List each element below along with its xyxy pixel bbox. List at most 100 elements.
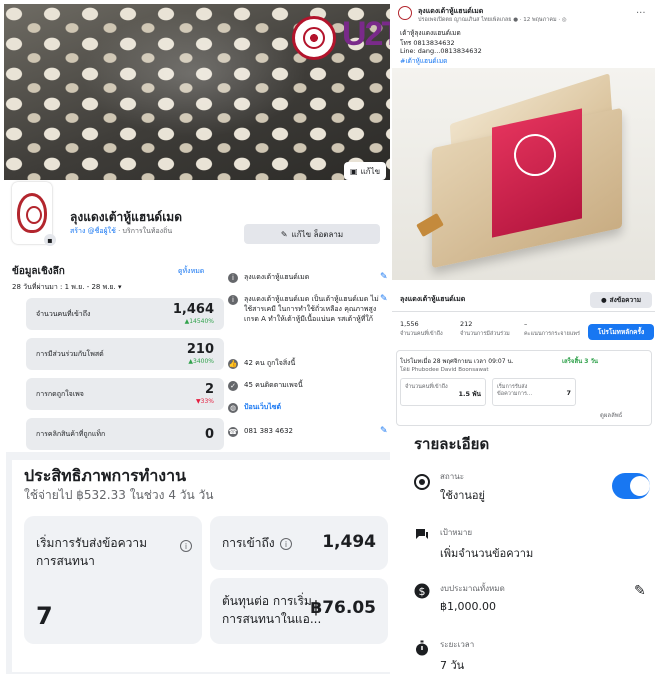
boost-post-button[interactable]: โปรโมทหลักครั้ง <box>588 324 654 340</box>
post-stat-label: จำนวนคนที่เข้าถึง <box>400 331 443 337</box>
info-icon: i <box>228 295 238 305</box>
performance-card[interactable]: เริ่มการรับส่งข้อความการสนทนา i 7 <box>24 516 202 644</box>
metric-value: 1,464 <box>172 302 214 317</box>
about-text: 45 คนติดตามเพจนี้ <box>244 381 303 389</box>
post-stat-label: คะแนนการกระจายแพร่ <box>524 331 580 337</box>
post-meta: ปรอเพจเปิดตย ญาณเภินส ไทยเพ้ลเกลย ● · 12… <box>418 17 567 23</box>
info-icon[interactable]: i <box>280 538 292 550</box>
dollar-icon: $ <box>414 583 430 599</box>
status-icon <box>414 474 430 490</box>
post-stat-value: 1,556 <box>400 320 419 328</box>
about-text: 42 คน ถูกใจสิ่งนี้ <box>244 359 296 367</box>
metric-card[interactable]: จำนวนคนที่เข้าถึง 1,464 ▲1454​0% <box>26 298 224 330</box>
metric-label: การกดถูกใจเพจ <box>36 390 84 398</box>
about-text: ลุงแดงเต้าหู้แฮนด์เมด เป็นเต้าหู้แฮนด์เม… <box>244 295 379 323</box>
about-item: 👍 42 คน ถูกใจสิ่งนี้ <box>228 358 390 369</box>
performance-card[interactable]: ต้นทุนต่อ การเริ่ม การสนทนาในแอ... ฿76.0… <box>210 578 388 644</box>
metric-value: 2 <box>204 382 214 397</box>
detail-label: ระยะเวลา <box>440 640 475 649</box>
view-results-link[interactable]: ดูผลลัพธ์ <box>600 410 622 420</box>
about-item: i ลุงแดงเต้าหู้แฮนด์เมด <box>228 272 390 283</box>
metric-change: ▲3400% <box>188 358 214 365</box>
performance-card[interactable]: การเข้าถึง i 1,494 <box>210 516 388 570</box>
post-stat-label: จำนวนการมีส่วนร่วม <box>460 331 510 337</box>
info-icon[interactable]: i <box>180 540 192 552</box>
pencil-icon[interactable]: ✎ <box>380 272 390 282</box>
performance-card-label: ต้นทุนต่อ การเริ่ม การสนทนาในแอ... <box>222 594 322 626</box>
chat-icon <box>416 529 428 539</box>
pencil-icon[interactable]: ✎ <box>634 583 646 599</box>
metric-card[interactable]: การคลิกสินค้าที่ถูกแท็ก 0 <box>26 418 224 450</box>
post-author-avatar[interactable] <box>398 6 412 20</box>
metric-label: การมีส่วนร่วมกับโพสต์ <box>36 350 104 358</box>
performance-card-label: การเข้าถึง <box>222 536 275 550</box>
pencil-icon[interactable]: ✎ <box>380 426 390 436</box>
send-message-button[interactable]: ● ส่งข้อความ <box>590 292 652 308</box>
svg-text:$: $ <box>419 585 426 598</box>
boost-complete-badge: เสร็จสิ้น 3 วัน <box>562 358 599 365</box>
about-item: ☎ 081 383 4632 <box>228 426 390 437</box>
globe-icon: ◍ <box>228 403 238 413</box>
about-panel: i ลุงแดงเต้าหู้แฮนด์เมด ✎ i ลุงแดงเต้าหู… <box>228 262 390 452</box>
phone-icon: ☎ <box>228 427 238 437</box>
detail-label: เป้าหมาย <box>440 528 473 537</box>
page-title: ลุงแดงเต้าหู้แฮนด์เมด <box>70 210 183 224</box>
post-text-line: เต้าหู้ลุงแดงแฮนด์เมด <box>400 29 461 37</box>
create-username-link[interactable]: สร้าง @ชื่อผู้ใช้ <box>70 227 116 235</box>
metric-card[interactable]: การมีส่วนร่วมกับโพสต์ 210 ▲3400% <box>26 338 224 370</box>
university-seal-logo <box>292 16 336 60</box>
performance-card-value: 1,494 <box>322 532 376 552</box>
page-category: · บริการในท้องถิ่น <box>115 227 173 235</box>
stopwatch-icon <box>416 640 428 656</box>
post-stat-value: – <box>524 320 528 328</box>
detail-value: ฿1,000.00 <box>440 600 496 613</box>
metric-label: การคลิกสินค้าที่ถูกแท็ก <box>36 430 106 438</box>
cover-photo: U2T ▣ แก้ไข <box>4 4 390 180</box>
messenger-icon: ● <box>600 296 607 304</box>
metric-value: 0 <box>204 427 214 442</box>
pencil-icon[interactable]: ✎ <box>380 294 390 304</box>
insights-title: ข้อมูลเชิงลึก <box>12 266 65 277</box>
performance-card-value: 7 <box>36 602 53 630</box>
u2t-logo-text: U2T <box>342 15 390 53</box>
detail-value: 7 วัน <box>440 659 465 672</box>
metric-card[interactable]: การกดถูกใจเพจ 2 ▼33% <box>26 378 224 410</box>
u2t-logo: U2T <box>342 12 390 62</box>
camera-icon[interactable]: ▪ <box>44 234 56 246</box>
boost-metric-label: เริ่มการรับส่งข้อความการ... <box>497 384 533 397</box>
detail-label: งบประมาณทั้งหมด <box>440 584 505 593</box>
boost-metric-value: 7 <box>566 389 571 397</box>
check-icon: ✓ <box>228 381 238 391</box>
about-item[interactable]: ◍ ป้อนเว็บไซต์ <box>228 402 390 413</box>
metric-value: 210 <box>186 342 214 357</box>
camera-icon: ▣ <box>350 166 358 176</box>
edit-cover-label: แก้ไข <box>360 166 381 176</box>
pencil-icon: ✎ <box>280 229 288 239</box>
page-subtitle: สร้าง @ชื่อผู้ใช้ · บริการในท้องถิ่น <box>70 226 172 237</box>
more-options-icon[interactable]: ··· <box>636 8 646 19</box>
send-message-label: ส่งข้อความ <box>609 296 642 304</box>
boost-status: โปรโมทเมื่อ 28 พฤศจิกายน เวลา 09:07 น. <box>400 358 514 365</box>
date-range-selector[interactable]: 28 วันที่ผ่านมา : 1 พ.ย. - 28 พ.ย. ▾ <box>12 282 122 293</box>
about-item: i ลุงแดงเต้าหู้แฮนด์เมด เป็นเต้าหู้แฮนด์… <box>228 294 390 324</box>
edit-cover-button[interactable]: ▣ แก้ไข <box>344 162 387 180</box>
post-image[interactable] <box>392 68 655 280</box>
post-hashtag[interactable]: #เต้าหู้แฮนด์เมด <box>400 56 447 66</box>
post-text-line: Line: dang...0813834632 <box>400 47 482 55</box>
about-item: ✓ 45 คนติดตามเพจนี้ <box>228 380 390 391</box>
boost-metric-value: 1.5 พัน <box>458 390 481 398</box>
post-page-name[interactable]: ลุงแดงเต้าหู้แฮนด์เมด <box>400 294 465 305</box>
boost-metric: เริ่มการรับส่งข้อความการ... 7 <box>492 378 576 406</box>
toggle-knob <box>630 476 650 496</box>
enter-website-link[interactable]: ป้อนเว็บไซต์ <box>244 402 281 413</box>
see-all-link[interactable]: ดูทั้งหมด <box>178 266 204 277</box>
like-icon: 👍 <box>228 359 238 369</box>
edit-page-button[interactable]: ✎ แก้ไข ล็อตลาม <box>244 224 380 244</box>
metric-label: จำนวนคนที่เข้าถึง <box>36 310 91 318</box>
performance-card-label: เริ่มการรับส่งข้อความการสนทนา <box>36 536 147 568</box>
boost-by: โดย Phubodee David Boonsawat <box>400 367 489 373</box>
post-stat-value: 212 <box>460 320 473 328</box>
detail-value: เพิ่มจำนวนข้อความ <box>440 547 534 560</box>
detail-label: สถานะ <box>440 472 464 481</box>
performance-card-value: ฿76.05 <box>310 598 376 618</box>
